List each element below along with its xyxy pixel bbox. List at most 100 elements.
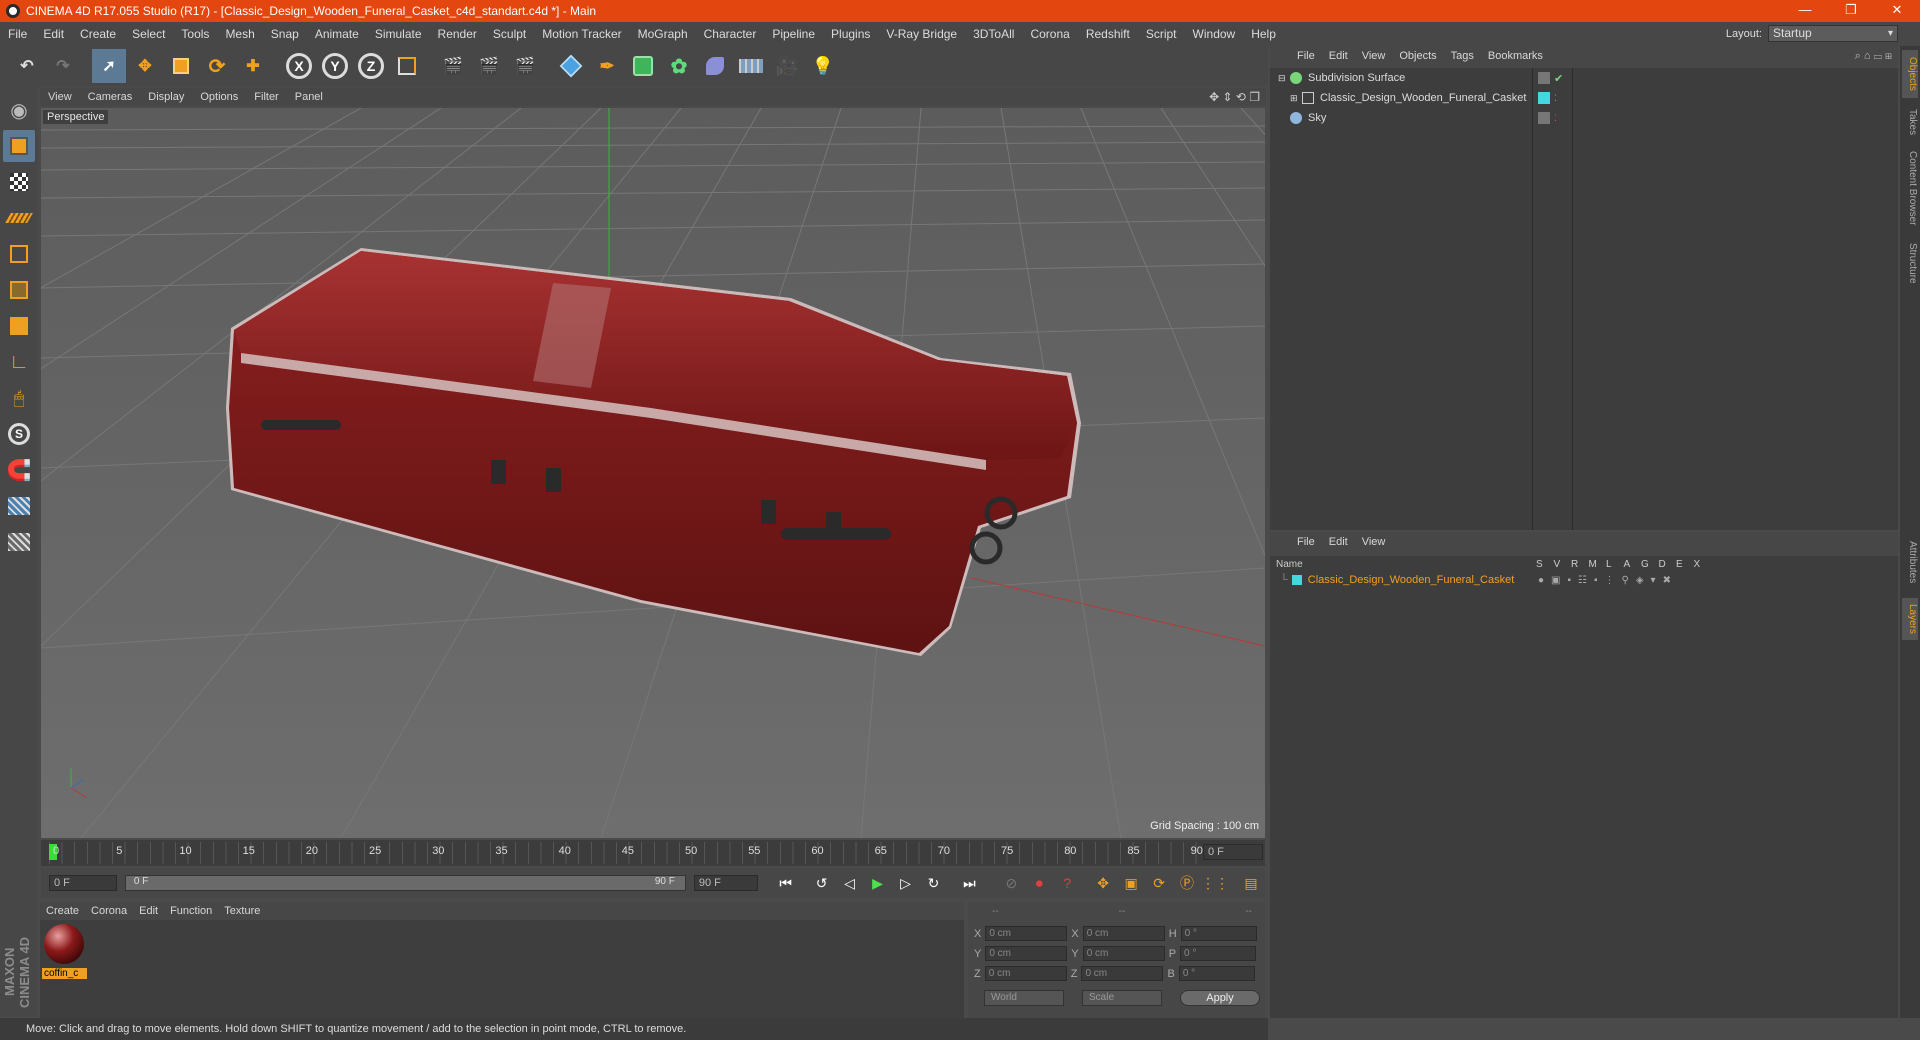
- layer-header-e[interactable]: E: [1676, 559, 1694, 570]
- render-picture-viewer-icon[interactable]: 🎬: [472, 49, 506, 83]
- material-menu-create[interactable]: Create: [40, 905, 85, 917]
- menu-item-redshift[interactable]: Redshift: [1078, 27, 1138, 41]
- size-y-field[interactable]: 0 cm: [1082, 946, 1165, 961]
- object-menu-tags[interactable]: Tags: [1444, 50, 1481, 62]
- timeline-ruler[interactable]: 0 5 10 15 20 25 30 35 40 45 50 55 60 65 70 75 80 85 90: [49, 842, 1203, 864]
- redo-icon[interactable]: ↷: [46, 49, 80, 83]
- tab-attributes[interactable]: Attributes: [1902, 532, 1918, 592]
- layout-dropdown[interactable]: Startup: [1768, 25, 1898, 42]
- layer-header-name[interactable]: Name: [1276, 559, 1536, 570]
- polygons-mode-icon[interactable]: [3, 310, 35, 342]
- floor-environment-icon[interactable]: [734, 49, 768, 83]
- menu-item-corona[interactable]: Corona: [1022, 27, 1077, 41]
- object-menu-file[interactable]: File: [1290, 50, 1322, 62]
- viewport-menu-panel[interactable]: Panel: [287, 91, 331, 103]
- layer-header-a[interactable]: A: [1624, 559, 1642, 570]
- tab-content-browser[interactable]: Content Browser: [1902, 146, 1918, 230]
- menu-item-sculpt[interactable]: Sculpt: [485, 27, 534, 41]
- menu-item-pipeline[interactable]: Pipeline: [764, 27, 823, 41]
- enabled-check-icon[interactable]: ✔: [1554, 72, 1563, 85]
- undo-icon[interactable]: ↶: [10, 49, 44, 83]
- menu-item-create[interactable]: Create: [72, 27, 124, 41]
- apply-button[interactable]: Apply: [1180, 990, 1260, 1006]
- previous-frame-icon[interactable]: ◁: [838, 871, 862, 895]
- visibility-dots-icon[interactable]: ⁚: [1554, 93, 1557, 104]
- layer-header-x[interactable]: X: [1694, 559, 1712, 570]
- start-frame-field[interactable]: 0 F: [49, 875, 117, 891]
- cube-primitive-icon[interactable]: [554, 49, 588, 83]
- current-frame-field[interactable]: 0 F: [1203, 844, 1263, 860]
- workplane-mode-icon[interactable]: [3, 202, 35, 234]
- subdivision-generator-icon[interactable]: [626, 49, 660, 83]
- menu-item-script[interactable]: Script: [1138, 27, 1185, 41]
- key-parameter-icon[interactable]: Ⓟ: [1175, 871, 1199, 895]
- key-rotation-icon[interactable]: ⟳: [1147, 871, 1171, 895]
- viewport-menu-cameras[interactable]: Cameras: [80, 91, 141, 103]
- workplane-lock-icon[interactable]: [3, 490, 35, 522]
- preview-range-slider[interactable]: 0 F 90 F: [124, 875, 686, 891]
- position-z-field[interactable]: 0 cm: [984, 966, 1067, 981]
- play-icon[interactable]: ▶: [866, 871, 890, 895]
- viewport-menu-filter[interactable]: Filter: [246, 91, 286, 103]
- material-menu-edit[interactable]: Edit: [133, 905, 164, 917]
- close-icon[interactable]: ✕: [1874, 0, 1920, 22]
- visibility-dots-icon[interactable]: ⁚: [1554, 113, 1557, 124]
- viewport-menu-view[interactable]: View: [40, 91, 80, 103]
- tab-takes[interactable]: Takes: [1902, 104, 1918, 140]
- tab-structure[interactable]: Structure: [1902, 236, 1918, 290]
- object-menu-objects[interactable]: Objects: [1392, 50, 1443, 62]
- menu-item-character[interactable]: Character: [696, 27, 765, 41]
- rotation-h-field[interactable]: 0 °: [1180, 926, 1257, 941]
- deformer-icon[interactable]: [698, 49, 732, 83]
- timeline[interactable]: 0 5 10 15 20 25 30 35 40 45 50 55 60 65 70 75 80 85 90 0 F: [41, 840, 1265, 866]
- menu-item-tools[interactable]: Tools: [173, 27, 217, 41]
- menu-item-mograph[interactable]: MoGraph: [630, 27, 696, 41]
- object-menu-edit[interactable]: Edit: [1322, 50, 1355, 62]
- menu-item-mesh[interactable]: Mesh: [217, 27, 262, 41]
- scale-tool-icon[interactable]: [164, 49, 198, 83]
- menu-item-animate[interactable]: Animate: [307, 27, 367, 41]
- make-editable-icon[interactable]: ◉: [3, 94, 35, 126]
- object-menu-view[interactable]: View: [1355, 50, 1393, 62]
- editor-visibility-icon[interactable]: [1538, 72, 1550, 84]
- material-menu-corona[interactable]: Corona: [85, 905, 133, 917]
- tab-layers[interactable]: Layers: [1902, 598, 1918, 640]
- viewport-menu-display[interactable]: Display: [140, 91, 192, 103]
- size-mode-dropdown[interactable]: Scale: [1082, 990, 1162, 1006]
- go-to-start-icon[interactable]: ⏮: [774, 871, 798, 895]
- end-frame-field[interactable]: 90 F: [693, 875, 758, 891]
- tweak-mode-icon[interactable]: 🖱: [3, 382, 35, 414]
- position-y-field[interactable]: 0 cm: [985, 946, 1068, 961]
- editor-visibility-icon[interactable]: [1538, 112, 1550, 124]
- next-frame-icon[interactable]: ▷: [894, 871, 918, 895]
- viewport-menu-options[interactable]: Options: [192, 91, 246, 103]
- snap-icon[interactable]: S: [3, 418, 35, 450]
- object-manager-tools-icon[interactable]: ⌕ ⌂ ▭ ⊞: [1855, 50, 1898, 63]
- y-axis-lock-icon[interactable]: Y: [318, 49, 352, 83]
- menu-item-3dtoall[interactable]: 3DToAll: [965, 27, 1022, 41]
- menu-item-render[interactable]: Render: [430, 27, 485, 41]
- menu-item-select[interactable]: Select: [124, 27, 173, 41]
- next-key-icon[interactable]: ↻: [921, 871, 945, 895]
- minimize-icon[interactable]: —: [1782, 0, 1828, 22]
- layer-header-r[interactable]: R: [1571, 559, 1589, 570]
- object-row[interactable]: Sky ⁚: [1270, 108, 1898, 128]
- magnet-icon[interactable]: 🧲: [3, 454, 35, 486]
- size-x-field[interactable]: 0 cm: [1082, 926, 1165, 941]
- render-view-icon[interactable]: 🎬: [436, 49, 470, 83]
- restore-icon[interactable]: ❐: [1828, 0, 1874, 22]
- coordinate-system-icon[interactable]: [390, 49, 424, 83]
- layer-header-m[interactable]: M: [1589, 559, 1607, 570]
- layer-header-g[interactable]: G: [1641, 559, 1659, 570]
- coordinate-mode-dropdown[interactable]: World: [984, 990, 1064, 1006]
- layer-menu-file[interactable]: File: [1290, 536, 1322, 548]
- menu-item-snap[interactable]: Snap: [263, 27, 307, 41]
- tab-objects[interactable]: Objects: [1902, 50, 1918, 98]
- grid-snap-icon[interactable]: [3, 526, 35, 558]
- rotation-b-field[interactable]: 0 °: [1178, 966, 1255, 981]
- menu-item-edit[interactable]: Edit: [35, 27, 72, 41]
- menu-item-v-ray-bridge[interactable]: V-Ray Bridge: [878, 27, 965, 41]
- object-menu-bookmarks[interactable]: Bookmarks: [1481, 50, 1550, 62]
- material-menu-function[interactable]: Function: [164, 905, 218, 917]
- key-position-icon[interactable]: ✥: [1091, 871, 1115, 895]
